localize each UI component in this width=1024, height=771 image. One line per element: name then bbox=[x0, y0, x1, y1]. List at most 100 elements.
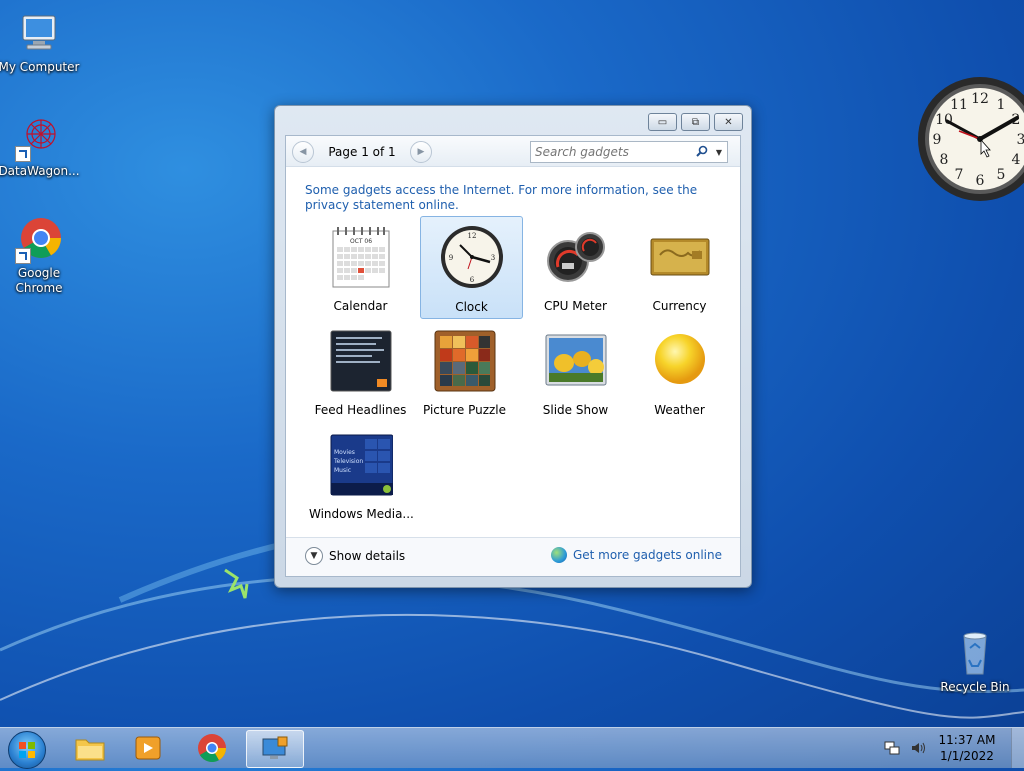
svg-text:Television: Television bbox=[333, 458, 363, 465]
svg-text:6: 6 bbox=[976, 173, 985, 189]
svg-text:1: 1 bbox=[997, 97, 1006, 113]
desktop-icon-google-chrome[interactable]: Google Chrome bbox=[0, 216, 81, 296]
clock-date: 1/1/2022 bbox=[940, 749, 994, 763]
desktop-icon-label: Recycle Bin bbox=[940, 680, 1010, 694]
gadget-label: Feed Headlines bbox=[314, 403, 407, 417]
desktop-icon-datawagon[interactable]: DataWagon... bbox=[0, 114, 81, 179]
chrome-icon bbox=[15, 216, 63, 264]
gadget-label: Weather bbox=[654, 403, 705, 417]
privacy-info-link[interactable]: Some gadgets access the Internet. For mo… bbox=[305, 183, 715, 213]
clock-icon: 12 3 6 9 bbox=[440, 225, 504, 289]
globe-icon bbox=[550, 547, 567, 563]
media-player-icon bbox=[135, 736, 161, 760]
gadget-label: Calendar bbox=[333, 299, 388, 313]
taskbar-media-player[interactable] bbox=[120, 730, 176, 766]
prev-page-button[interactable]: ◀ bbox=[292, 141, 314, 163]
gadget-tile-calendar[interactable]: OCT 06 Calendar bbox=[309, 219, 412, 320]
chevron-down-icon: ▼ bbox=[305, 547, 323, 565]
search-icon[interactable] bbox=[693, 145, 711, 160]
volume-icon[interactable] bbox=[909, 740, 927, 756]
network-icon[interactable] bbox=[883, 740, 901, 756]
svg-text:Movies: Movies bbox=[334, 449, 355, 456]
search-box: ▼ bbox=[530, 141, 728, 163]
close-button[interactable]: ✕ bbox=[714, 113, 743, 131]
desktop-clock-gadget[interactable]: 1212 345 678 91011 bbox=[917, 76, 1024, 202]
recycle-bin-icon bbox=[951, 630, 999, 678]
gadget-label: Clock bbox=[455, 300, 488, 314]
gadget-label: Currency bbox=[652, 299, 707, 313]
chrome-icon bbox=[198, 734, 226, 762]
gadget-label: Picture Puzzle bbox=[422, 403, 507, 417]
svg-text:8: 8 bbox=[940, 152, 949, 168]
desktop-icon-my-computer[interactable]: My Computer bbox=[0, 10, 81, 75]
svg-text:4: 4 bbox=[1012, 152, 1021, 168]
gadgets-icon bbox=[262, 736, 288, 759]
chevron-down-icon[interactable]: ▼ bbox=[711, 148, 727, 157]
gadget-label: Windows Media... bbox=[309, 507, 414, 521]
taskbar: 11:37 AM 1/1/2022 bbox=[0, 727, 1024, 769]
weather-sun-icon bbox=[648, 329, 712, 393]
taskbar-chrome[interactable] bbox=[184, 730, 240, 766]
gadget-tile-slide-show[interactable]: Slide Show bbox=[524, 323, 627, 424]
clock-time: 11:37 AM bbox=[938, 733, 996, 747]
gadget-tile-weather[interactable]: Weather bbox=[628, 323, 731, 424]
folder-icon bbox=[75, 739, 105, 761]
gadget-tile-picture-puzzle[interactable]: Picture Puzzle bbox=[413, 323, 516, 424]
restore-button[interactable]: ⧉ bbox=[681, 113, 710, 131]
svg-text:10: 10 bbox=[935, 112, 953, 128]
windows-logo-icon bbox=[19, 742, 35, 758]
get-more-gadgets-link[interactable]: Get more gadgets online bbox=[550, 547, 722, 563]
taskbar-explorer[interactable] bbox=[62, 730, 118, 766]
svg-text:11: 11 bbox=[950, 97, 968, 113]
gadget-tile-cpu-meter[interactable]: CPU Meter bbox=[524, 219, 627, 320]
svg-text:5: 5 bbox=[997, 167, 1006, 183]
gadget-panel: ◀ Page 1 of 1 ▶ ▼ Some gadgets access th… bbox=[285, 135, 741, 577]
datawagon-icon bbox=[15, 114, 63, 162]
shortcut-arrow-icon bbox=[15, 146, 31, 162]
svg-text:7: 7 bbox=[955, 167, 964, 183]
minimize-button[interactable]: ▭ bbox=[648, 113, 677, 131]
picture-puzzle-icon bbox=[433, 329, 497, 393]
svg-text:12: 12 bbox=[467, 232, 476, 240]
gadget-label: Slide Show bbox=[542, 403, 609, 417]
pager: ◀ Page 1 of 1 ▶ bbox=[292, 141, 432, 163]
feed-headlines-icon bbox=[329, 329, 393, 393]
svg-text:OCT 06: OCT 06 bbox=[349, 238, 371, 245]
svg-text:3: 3 bbox=[1017, 132, 1024, 148]
currency-icon bbox=[648, 225, 712, 289]
cpu-meter-icon bbox=[544, 225, 608, 289]
search-input[interactable] bbox=[531, 144, 693, 160]
desktop-icon-label: Google Chrome bbox=[15, 266, 63, 295]
computer-icon bbox=[15, 10, 63, 58]
next-page-button[interactable]: ▶ bbox=[410, 141, 432, 163]
system-tray: 11:37 AM 1/1/2022 bbox=[879, 728, 1024, 768]
show-details-label: Show details bbox=[329, 549, 406, 563]
gadget-tile-currency[interactable]: Currency bbox=[628, 219, 731, 320]
gadget-tile-clock[interactable]: 12 3 6 9 Clock bbox=[420, 216, 523, 319]
svg-text:Music: Music bbox=[334, 467, 351, 474]
show-details-toggle[interactable]: ▼ Show details bbox=[305, 547, 405, 565]
shortcut-arrow-icon bbox=[15, 248, 31, 264]
show-desktop-button[interactable] bbox=[1011, 728, 1024, 768]
calendar-icon: OCT 06 bbox=[329, 225, 393, 289]
gadget-footer: ▼ Show details Get more gadgets online bbox=[286, 537, 740, 576]
desktop-icon-recycle-bin[interactable]: Recycle Bin bbox=[933, 630, 1017, 695]
desktop-icon-label: DataWagon... bbox=[0, 164, 80, 178]
desktop-icon-label: My Computer bbox=[0, 60, 80, 74]
gadget-tile-feed-headlines[interactable]: Feed Headlines bbox=[309, 323, 412, 424]
start-button[interactable] bbox=[8, 731, 46, 769]
taskbar-clock[interactable]: 11:37 AM 1/1/2022 bbox=[931, 732, 1003, 764]
windows-media-icon: Movies Television Music bbox=[329, 433, 393, 497]
taskbar-gadgets[interactable] bbox=[246, 730, 304, 768]
gadget-toolbar: ◀ Page 1 of 1 ▶ ▼ bbox=[286, 136, 740, 167]
slide-show-icon bbox=[544, 329, 608, 393]
gadget-gallery-window: ▭ ⧉ ✕ ◀ Page 1 of 1 ▶ ▼ Some gadgets acc… bbox=[274, 105, 752, 588]
gadget-label: CPU Meter bbox=[544, 299, 607, 313]
gadget-tile-windows-media[interactable]: Movies Television Music Windows Media... bbox=[309, 427, 414, 528]
svg-text:9: 9 bbox=[933, 132, 942, 148]
svg-text:3: 3 bbox=[490, 254, 494, 262]
window-controls: ▭ ⧉ ✕ bbox=[648, 113, 743, 131]
svg-text:6: 6 bbox=[469, 276, 474, 284]
get-more-label: Get more gadgets online bbox=[572, 548, 722, 562]
page-indicator: Page 1 of 1 bbox=[328, 145, 396, 159]
